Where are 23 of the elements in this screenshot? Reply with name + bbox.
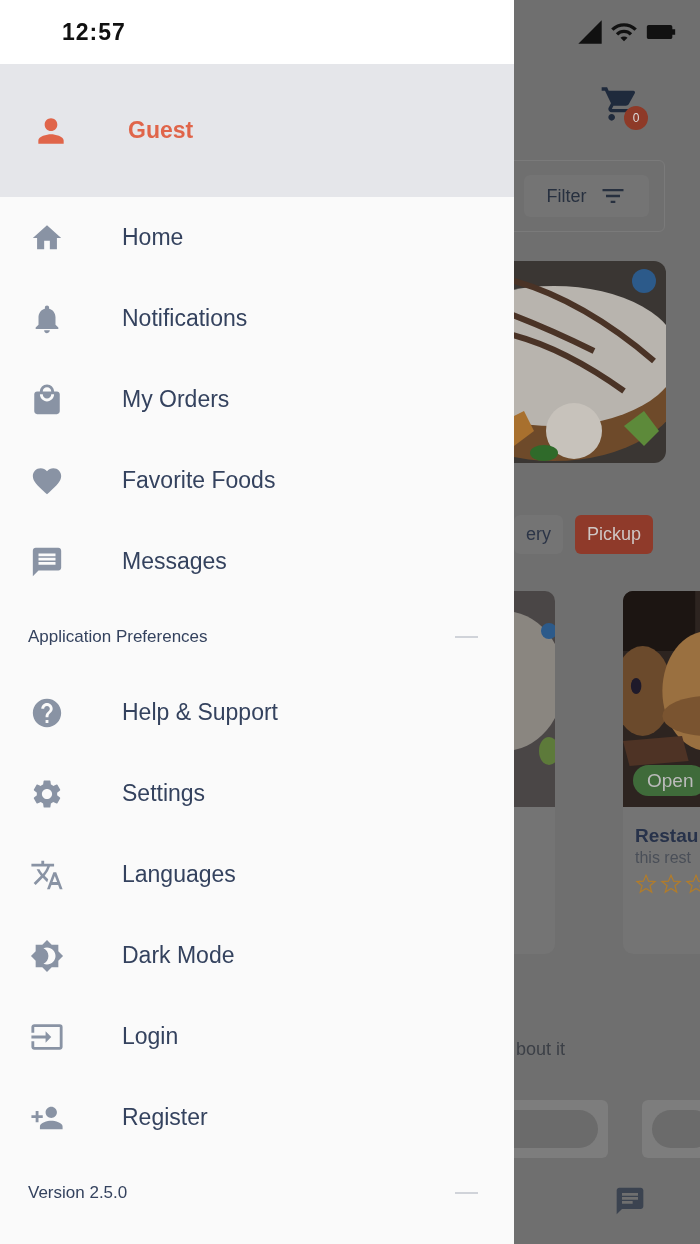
menu-item[interactable]: Messages [0, 521, 514, 602]
menu-item[interactable]: Dark Mode [0, 915, 514, 996]
version-text: Version 2.5.0 [28, 1183, 128, 1203]
star-icon [635, 873, 657, 895]
menu-item[interactable]: Favorite Foods [0, 440, 514, 521]
section-title: Application Preferences [28, 627, 208, 647]
menu-item[interactable]: Notifications [0, 278, 514, 359]
chip[interactable]: Pickup [575, 515, 654, 554]
status-time: 12:57 [62, 18, 126, 46]
star-icon [660, 873, 682, 895]
menu-item[interactable]: Help & Support [0, 672, 514, 753]
contrast-icon [28, 938, 66, 973]
restaurant-name: Restau [635, 825, 700, 847]
menu-item[interactable]: Login [0, 996, 514, 1077]
signal-icon [576, 18, 604, 46]
cart-badge: 0 [624, 106, 648, 130]
menu-item[interactable]: Languages [0, 834, 514, 915]
menu-item[interactable]: Settings [0, 753, 514, 834]
user-name: Guest [128, 117, 194, 144]
menu-item[interactable]: My Orders [0, 359, 514, 440]
menu-item[interactable]: Home [0, 197, 514, 278]
status-badge: Open [633, 765, 700, 796]
menu-item[interactable]: Register [0, 1077, 514, 1158]
